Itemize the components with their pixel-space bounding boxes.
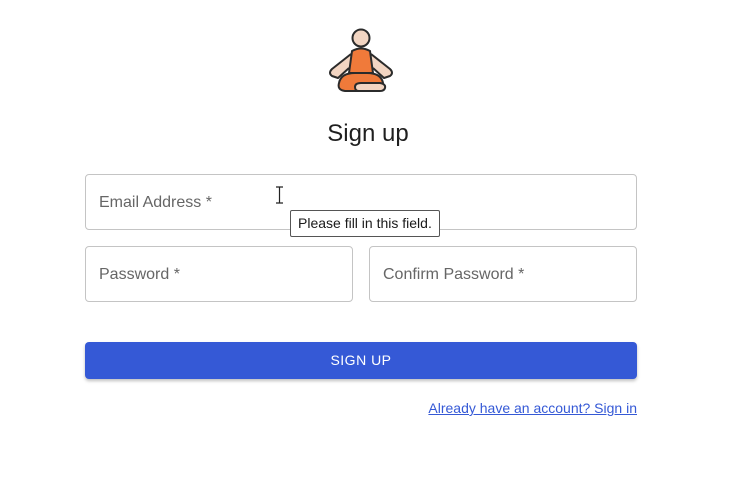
page-title: Sign up bbox=[327, 120, 409, 147]
validation-tooltip: Please fill in this field. bbox=[290, 210, 440, 237]
sign-up-button[interactable]: SIGN UP bbox=[85, 342, 637, 379]
confirm-password-field[interactable]: Confirm Password * bbox=[369, 246, 637, 302]
meditation-person-icon bbox=[329, 28, 393, 92]
confirm-password-input[interactable] bbox=[370, 247, 636, 301]
sign-in-link[interactable]: Already have an account? Sign in bbox=[428, 399, 637, 417]
text-cursor-icon bbox=[276, 186, 283, 204]
password-field[interactable]: Password * bbox=[85, 246, 353, 302]
signup-page: Sign up Email Address * Password * Confi… bbox=[0, 0, 736, 479]
password-input[interactable] bbox=[86, 247, 352, 301]
